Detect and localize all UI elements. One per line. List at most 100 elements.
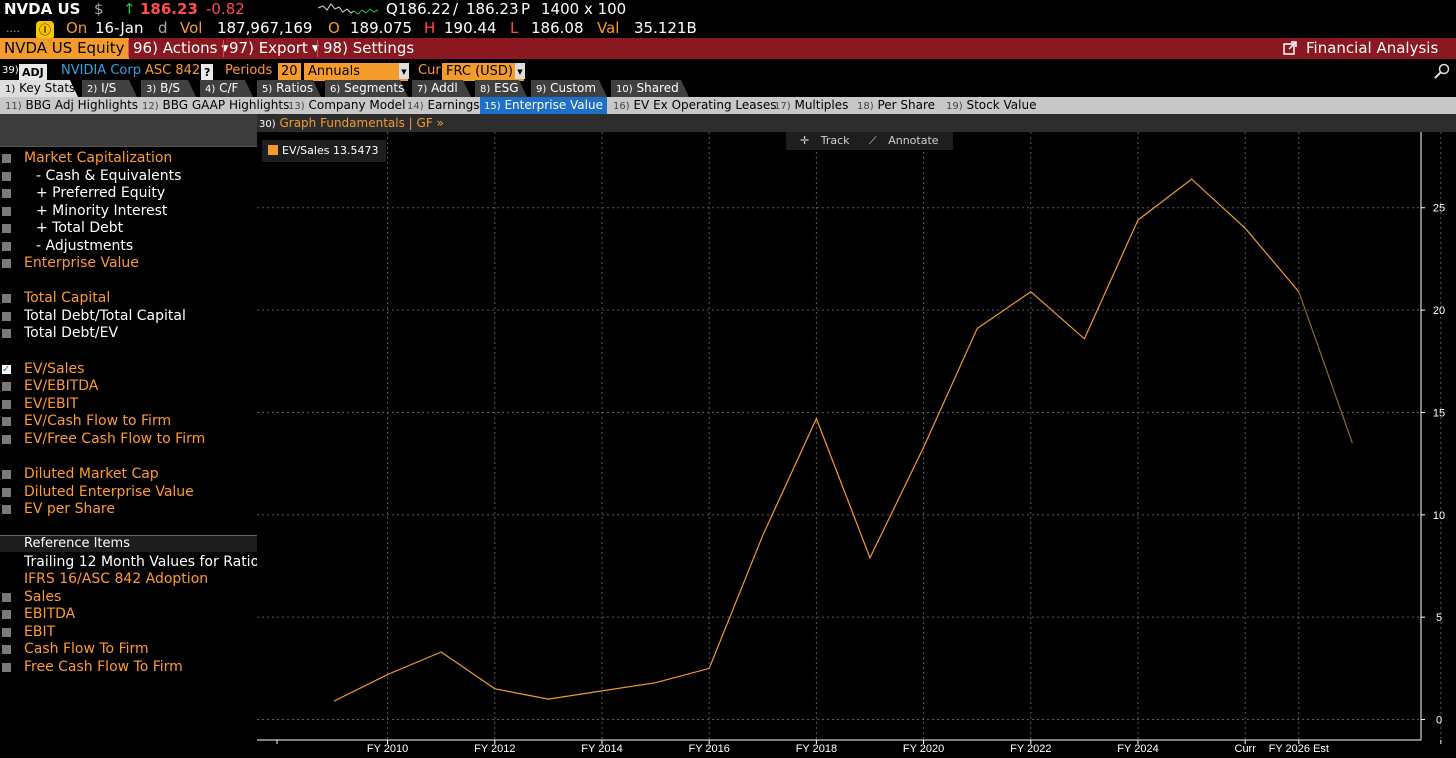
sparkline-icon — [318, 3, 379, 15]
quote-size: 1400 x 100 — [541, 0, 627, 18]
traded-value: 35.121B — [634, 19, 697, 37]
y-tick-label: 25 — [1433, 203, 1445, 215]
dots-menu-icon[interactable]: .... — [6, 19, 20, 38]
ticker[interactable]: NVDA US — [4, 0, 80, 18]
ask-suffix: P — [521, 0, 531, 18]
x-tick-label: FY 2016 — [689, 743, 730, 755]
checkbox[interactable] — [2, 435, 11, 444]
checkbox[interactable] — [2, 189, 11, 198]
settings-menu[interactable]: 98) Settings — [323, 38, 414, 59]
checkbox[interactable] — [2, 488, 11, 497]
security-field[interactable]: NVDA US Equity — [0, 38, 129, 59]
checkbox[interactable] — [2, 259, 11, 268]
tab-bbg-gaap-highlights[interactable]: 12) BBG GAAP Highlights — [142, 97, 289, 114]
checkbox[interactable] — [2, 172, 11, 181]
tab-custom[interactable]: 9) Custom — [531, 80, 607, 97]
command-bar: NVDA US Equity 96) Actions ▼ 97) Export ▼ … — [0, 38, 1456, 59]
export-menu[interactable]: 97) Export ▼ — [229, 38, 319, 59]
tab-shared[interactable]: 10) Shared — [611, 80, 689, 97]
tab-ratios[interactable]: 5) Ratios — [257, 80, 321, 97]
field-list-panel: Market Capitalization - Cash & Equivalen… — [0, 114, 266, 758]
tab-cash-flow[interactable]: 4) C/F — [200, 80, 253, 97]
chart-area[interactable]: FY 2010 FY 2012 FY 2014 FY 2016 FY 2018 FY 20… — [257, 132, 1456, 758]
company-row: 39) ADJ NVIDIA Corp ASC 842 ? Periods 20… — [0, 62, 1456, 82]
tab-addl[interactable]: 7) Addl — [412, 80, 471, 97]
tab-bbg-adj-highlights[interactable]: 11) BBG Adj Highlights — [5, 97, 138, 114]
checkbox[interactable] — [2, 329, 11, 338]
volume: 187,967,169 — [217, 19, 313, 37]
checkbox[interactable] — [2, 154, 11, 163]
x-tick-label: FY 2012 — [474, 743, 515, 755]
checked-checkbox-icon[interactable] — [2, 361, 11, 379]
tab-balance-sheet[interactable]: 3) B/S — [141, 80, 196, 97]
zoom-icon[interactable] — [1434, 63, 1450, 79]
quote-header: NVDA US $ ↑ 186.23 -0.82 Q 186.22 / 186.… — [4, 0, 627, 18]
checkbox[interactable] — [2, 294, 11, 303]
x-tick-label: FY 2022 — [1010, 743, 1051, 755]
quote-date: 16-Jan — [95, 19, 144, 37]
currency-select[interactable]: FRC (USD) ▼ — [442, 63, 525, 81]
high-label: H — [424, 19, 436, 37]
checkbox[interactable] — [2, 224, 11, 233]
track-button[interactable]: ✛ Track — [796, 134, 854, 147]
tab-segments[interactable]: 6) Segments — [325, 80, 408, 97]
low-price: 186.08 — [531, 19, 584, 37]
checkbox[interactable] — [2, 593, 11, 602]
annotate-button[interactable]: ⟋ Annotate — [865, 134, 943, 147]
ev-sales-chart[interactable]: FY 2010 FY 2012 FY 2014 FY 2016 FY 2018 FY 20… — [257, 132, 1456, 758]
checkbox[interactable] — [2, 382, 11, 391]
checkbox[interactable] — [2, 628, 11, 637]
sub-tabs: 11) BBG Adj Highlights 12) BBG GAAP High… — [0, 97, 1456, 114]
x-tick-label: FY 2018 — [796, 743, 837, 755]
checkbox[interactable] — [2, 610, 11, 619]
on-label: On — [66, 19, 88, 37]
x-tick-label: FY 2024 — [1117, 743, 1158, 755]
val-label: Val — [597, 19, 620, 37]
checkbox[interactable] — [2, 505, 11, 514]
tab-enterprise-value[interactable]: 15) Enterprise Value — [480, 97, 607, 114]
crosshair-icon: ✛ — [800, 134, 810, 147]
checkbox[interactable] — [2, 312, 11, 321]
financial-analysis-title[interactable]: Financial Analysis — [1283, 38, 1438, 59]
tab-multiples[interactable]: 17) Multiples — [774, 97, 848, 114]
panel-header — [0, 114, 257, 147]
x-tick-label: Curr — [1235, 743, 1257, 755]
checkbox[interactable] — [2, 470, 11, 479]
checkbox[interactable] — [2, 663, 11, 672]
tab-ev-ex-operating-leases[interactable]: 16) EV Ex Operating Leases — [613, 97, 776, 114]
row-number: 39) — [2, 65, 19, 76]
tab-income-statement[interactable]: 2) I/S — [82, 80, 137, 97]
checkbox[interactable] — [2, 242, 11, 251]
tab-stock-value[interactable]: 19) Stock Value — [946, 97, 1036, 114]
checkbox[interactable] — [2, 645, 11, 654]
series-lines — [333, 178, 1353, 702]
price-change: -0.82 — [206, 0, 245, 18]
chart-legend[interactable]: EV/Sales 13.5473 — [262, 140, 387, 162]
tab-esg[interactable]: 8) ESG — [475, 80, 527, 97]
caret-down-icon: ▼ — [515, 63, 525, 79]
periods-input[interactable]: 20 — [278, 63, 301, 81]
last-price: 186.23 — [140, 0, 198, 18]
period-type-select[interactable]: Annuals ▼ — [304, 63, 409, 81]
x-tick-label: FY 2026 Est — [1269, 743, 1329, 755]
currency-symbol: $ — [94, 0, 104, 18]
checkbox[interactable] — [2, 400, 11, 409]
tab-key-stats[interactable]: 1) Key Stats — [0, 80, 78, 97]
legend-series-name: EV/Sales — [282, 144, 330, 157]
actions-menu[interactable]: 96) Actions ▼ — [133, 38, 228, 59]
y-tick-label: 15 — [1433, 407, 1445, 419]
checkbox[interactable] — [2, 207, 11, 216]
quote-stats: .... Ⓘ On 16-Jan d Vol 187,967,169 O 189… — [0, 19, 1456, 40]
low-label: L — [510, 19, 519, 37]
company-name[interactable]: NVIDIA Corp — [61, 62, 141, 80]
tab-earnings[interactable]: 14) Earnings — [407, 97, 480, 114]
open-label: O — [328, 19, 340, 37]
horizontal-gridlines — [257, 207, 1421, 721]
legend-series-value: 13.5473 — [332, 144, 379, 157]
x-tick-label: FY 2020 — [903, 743, 944, 755]
checkbox[interactable] — [2, 417, 11, 426]
vol-label: Vol — [180, 19, 203, 37]
graph-fundamentals-link[interactable]: 30) Graph Fundamentals | GF » — [257, 114, 1456, 132]
tab-per-share[interactable]: 18) Per Share — [857, 97, 935, 114]
tab-company-model[interactable]: 13) Company Model — [288, 97, 405, 114]
